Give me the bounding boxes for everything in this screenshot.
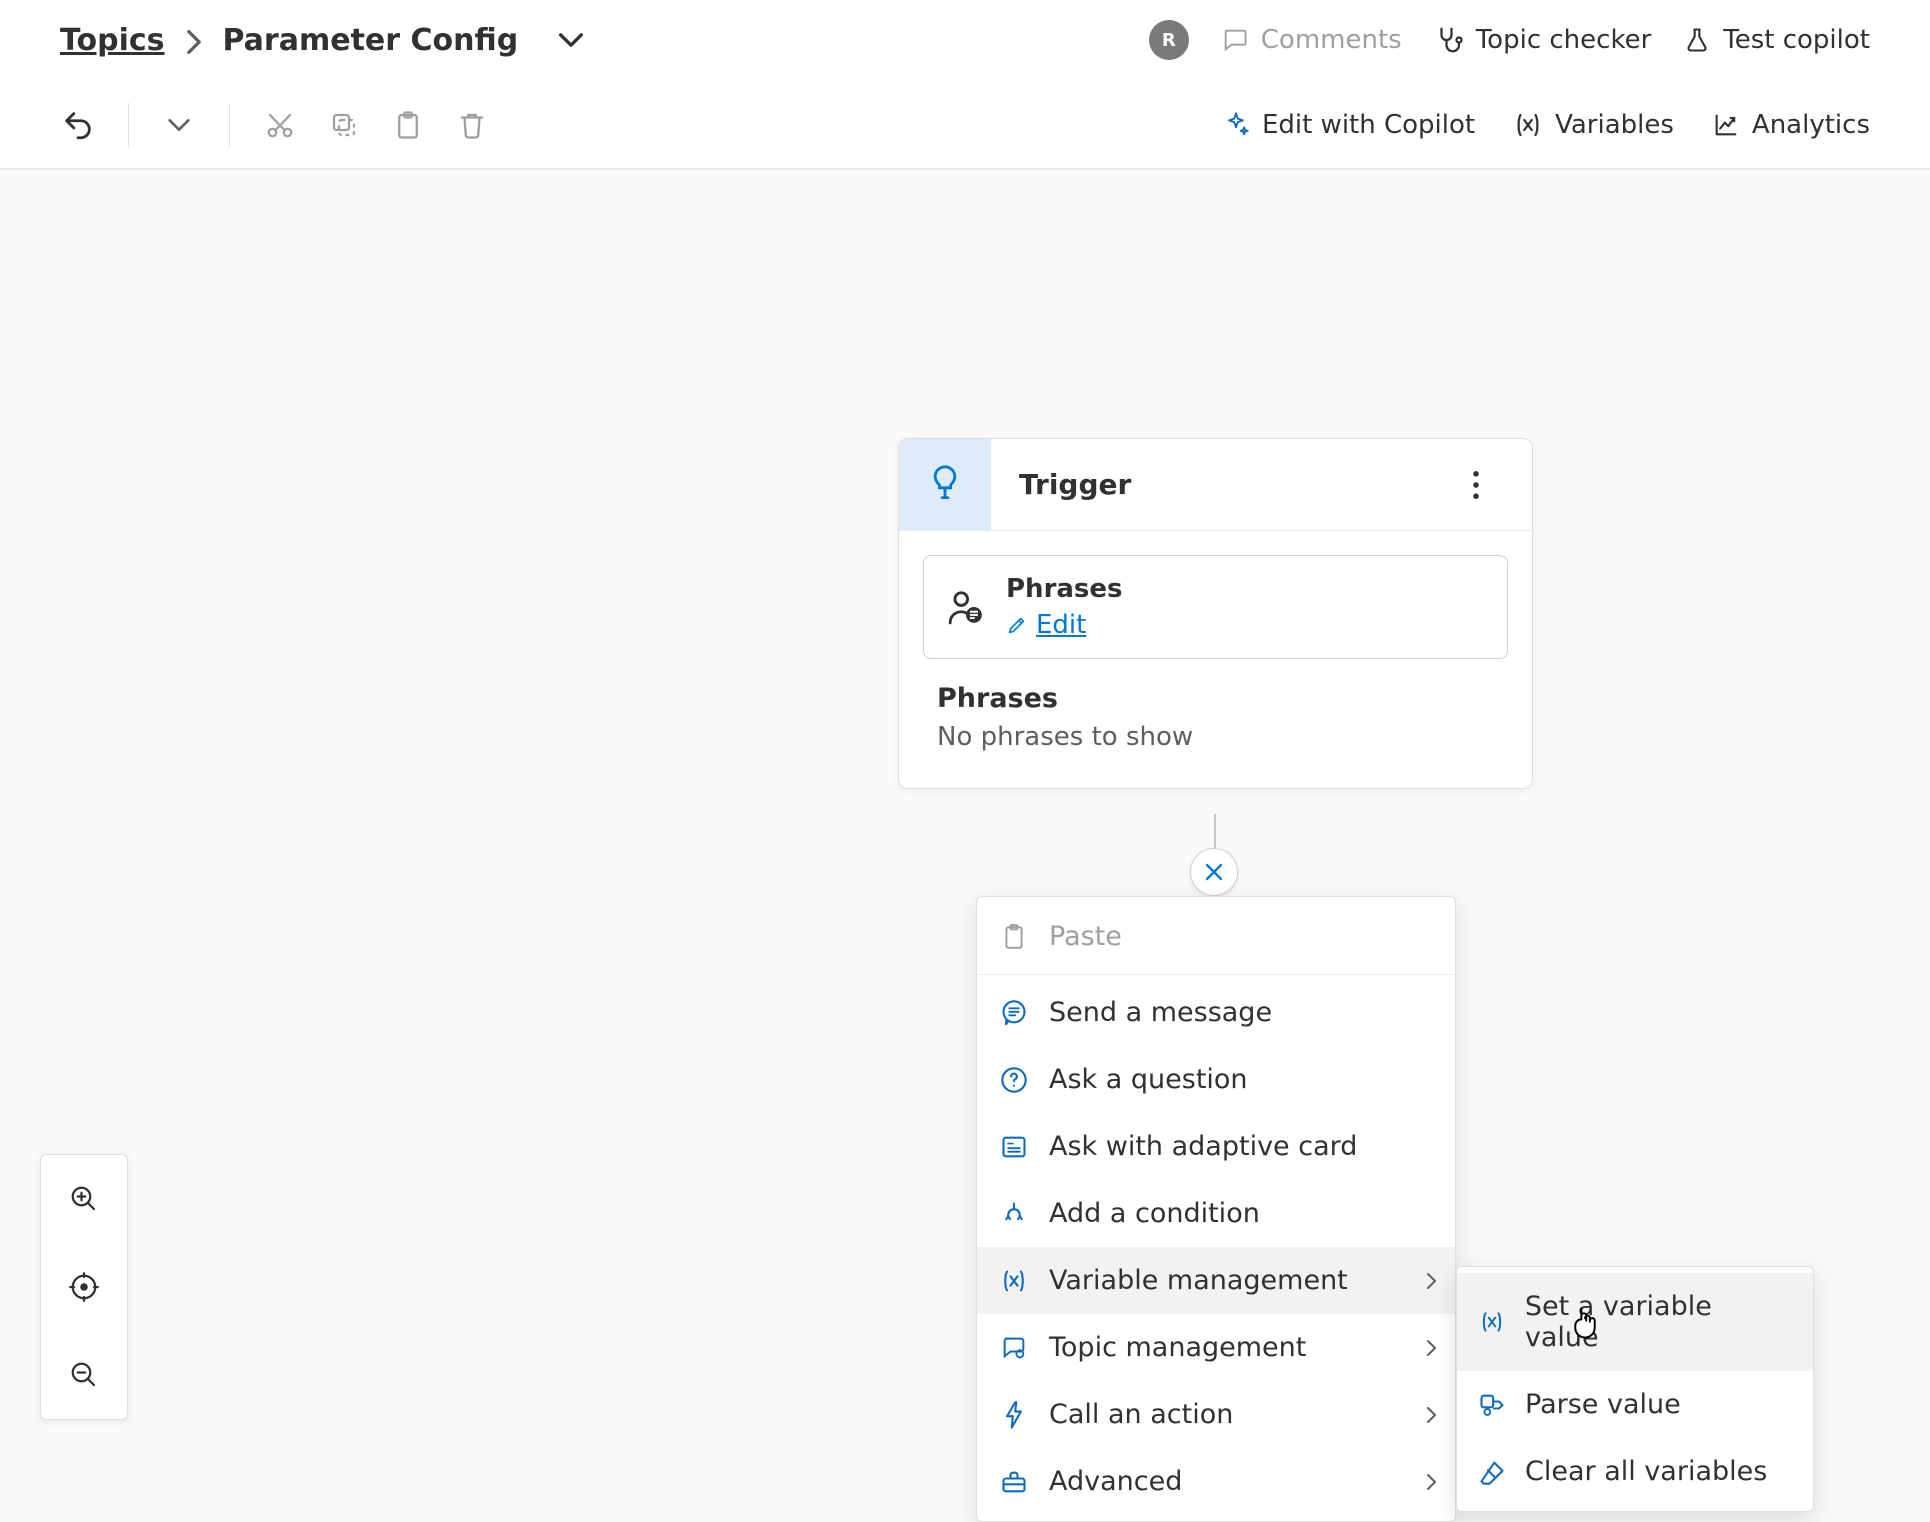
fit-to-screen-button[interactable] xyxy=(41,1243,127,1331)
comments-button[interactable]: Comments xyxy=(1221,25,1402,55)
flask-icon xyxy=(1683,25,1711,55)
menu-item-label: Call an action xyxy=(1049,1399,1233,1430)
phrases-edit-label: Edit xyxy=(1036,610,1086,640)
menu-item-label: Send a message xyxy=(1049,997,1272,1028)
menu-item-label: Advanced xyxy=(1049,1466,1182,1497)
phrases-box[interactable]: Phrases Edit xyxy=(923,555,1508,659)
menu-item-send-message[interactable]: Send a message xyxy=(977,979,1455,1046)
menu-item-add-condition[interactable]: Add a condition xyxy=(977,1180,1455,1247)
menu-item-advanced[interactable]: Advanced xyxy=(977,1448,1455,1515)
trigger-node[interactable]: Trigger Phrases Edit xyxy=(898,438,1533,789)
delete-button[interactable] xyxy=(454,107,490,143)
analytics-label: Analytics xyxy=(1752,110,1870,140)
toolbox-icon xyxy=(999,1469,1029,1495)
add-node-menu: Paste Send a message Ask a question Ask … xyxy=(976,896,1456,1522)
chat-icon xyxy=(999,999,1029,1027)
submenu-item-label: Set a variable value xyxy=(1525,1291,1793,1353)
chevron-right-icon xyxy=(1425,1271,1437,1291)
phrases-summary: Phrases No phrases to show xyxy=(923,659,1508,758)
variables-button[interactable]: Variables xyxy=(1513,110,1674,140)
avatar[interactable]: R xyxy=(1149,20,1189,60)
submenu-item-set-variable[interactable]: Set a variable value xyxy=(1457,1273,1813,1371)
paste-button[interactable] xyxy=(390,107,426,143)
trigger-icon xyxy=(899,439,991,530)
chevron-right-icon xyxy=(1425,1472,1437,1492)
menu-item-paste: Paste xyxy=(977,903,1455,970)
branch-icon xyxy=(999,1200,1029,1228)
test-copilot-label: Test copilot xyxy=(1723,25,1870,55)
editor-toolbar: Edit with Copilot Variables Analytics xyxy=(0,80,1930,170)
test-copilot-button[interactable]: Test copilot xyxy=(1683,25,1870,55)
zoom-in-button[interactable] xyxy=(41,1155,127,1243)
phrases-edit-link[interactable]: Edit xyxy=(1006,610,1123,640)
sparkle-icon xyxy=(1222,111,1250,139)
analytics-button[interactable]: Analytics xyxy=(1712,110,1870,140)
top-bar: Topics Parameter Config R Comments Topic… xyxy=(0,0,1930,80)
node-more-button[interactable] xyxy=(1472,471,1532,499)
close-add-node-button[interactable] xyxy=(1190,848,1238,896)
stethoscope-icon xyxy=(1434,25,1464,55)
undo-button[interactable] xyxy=(60,107,96,143)
chevron-down-icon[interactable] xyxy=(558,32,584,48)
variables-label: Variables xyxy=(1555,110,1674,140)
edit-with-copilot-button[interactable]: Edit with Copilot xyxy=(1222,110,1475,140)
menu-item-ask-question[interactable]: Ask a question xyxy=(977,1046,1455,1113)
comment-icon xyxy=(1221,26,1249,54)
menu-item-topic-management[interactable]: Topic management xyxy=(977,1314,1455,1381)
menu-item-label: Ask a question xyxy=(1049,1064,1248,1095)
chat-gear-icon xyxy=(999,1334,1029,1362)
topic-checker-label: Topic checker xyxy=(1476,25,1652,55)
cut-button[interactable] xyxy=(262,107,298,143)
node-header: Trigger xyxy=(899,439,1532,531)
menu-item-label: Topic management xyxy=(1049,1332,1306,1363)
node-title: Trigger xyxy=(991,468,1472,501)
clipboard-icon xyxy=(999,922,1029,952)
chevron-right-icon xyxy=(185,25,203,55)
divider xyxy=(229,103,230,147)
parse-icon xyxy=(1477,1392,1507,1418)
chevron-right-icon xyxy=(1425,1338,1437,1358)
phrases-summary-body: No phrases to show xyxy=(937,722,1494,752)
analytics-icon xyxy=(1712,111,1740,139)
submenu-item-label: Parse value xyxy=(1525,1389,1681,1420)
phrases-title: Phrases xyxy=(1006,574,1123,604)
more-undo-button[interactable] xyxy=(161,107,197,143)
breadcrumb-leaf: Parameter Config xyxy=(223,23,519,58)
variable-icon xyxy=(1513,112,1543,138)
submenu-item-label: Clear all variables xyxy=(1525,1456,1767,1487)
menu-item-call-action[interactable]: Call an action xyxy=(977,1381,1455,1448)
question-icon xyxy=(999,1066,1029,1094)
phrases-summary-header: Phrases xyxy=(937,683,1494,714)
variable-icon xyxy=(999,1269,1029,1293)
breadcrumb: Topics Parameter Config xyxy=(60,23,584,58)
top-actions: R Comments Topic checker Test copilot xyxy=(1149,20,1870,60)
card-icon xyxy=(999,1134,1029,1160)
edit-with-copilot-label: Edit with Copilot xyxy=(1262,110,1475,140)
menu-item-label: Ask with adaptive card xyxy=(1049,1131,1357,1162)
menu-item-variable-management[interactable]: Variable management xyxy=(977,1247,1455,1314)
menu-separator xyxy=(977,974,1455,975)
variable-management-submenu: Set a variable value Parse value Clear a… xyxy=(1456,1266,1814,1512)
menu-item-label: Variable management xyxy=(1049,1265,1348,1296)
person-chat-icon xyxy=(946,588,986,626)
eraser-icon xyxy=(1477,1459,1507,1485)
menu-item-label: Add a condition xyxy=(1049,1198,1260,1229)
copy-button[interactable] xyxy=(326,107,362,143)
menu-item-label: Paste xyxy=(1049,921,1122,952)
submenu-item-parse-value[interactable]: Parse value xyxy=(1457,1371,1813,1438)
chevron-right-icon xyxy=(1425,1405,1437,1425)
menu-item-ask-adaptive-card[interactable]: Ask with adaptive card xyxy=(977,1113,1455,1180)
submenu-item-clear-all[interactable]: Clear all variables xyxy=(1457,1438,1813,1505)
topic-checker-button[interactable]: Topic checker xyxy=(1434,25,1652,55)
node-body: Phrases Edit Phrases No phrases to show xyxy=(899,531,1532,788)
variable-icon xyxy=(1477,1311,1507,1333)
zoom-out-button[interactable] xyxy=(41,1331,127,1419)
pencil-icon xyxy=(1006,614,1028,636)
comments-label: Comments xyxy=(1261,25,1402,55)
zoom-controls xyxy=(40,1154,128,1420)
authoring-canvas[interactable]: Trigger Phrases Edit xyxy=(0,170,1930,1440)
lightning-icon xyxy=(999,1400,1029,1430)
breadcrumb-root[interactable]: Topics xyxy=(60,23,165,58)
divider xyxy=(128,103,129,147)
